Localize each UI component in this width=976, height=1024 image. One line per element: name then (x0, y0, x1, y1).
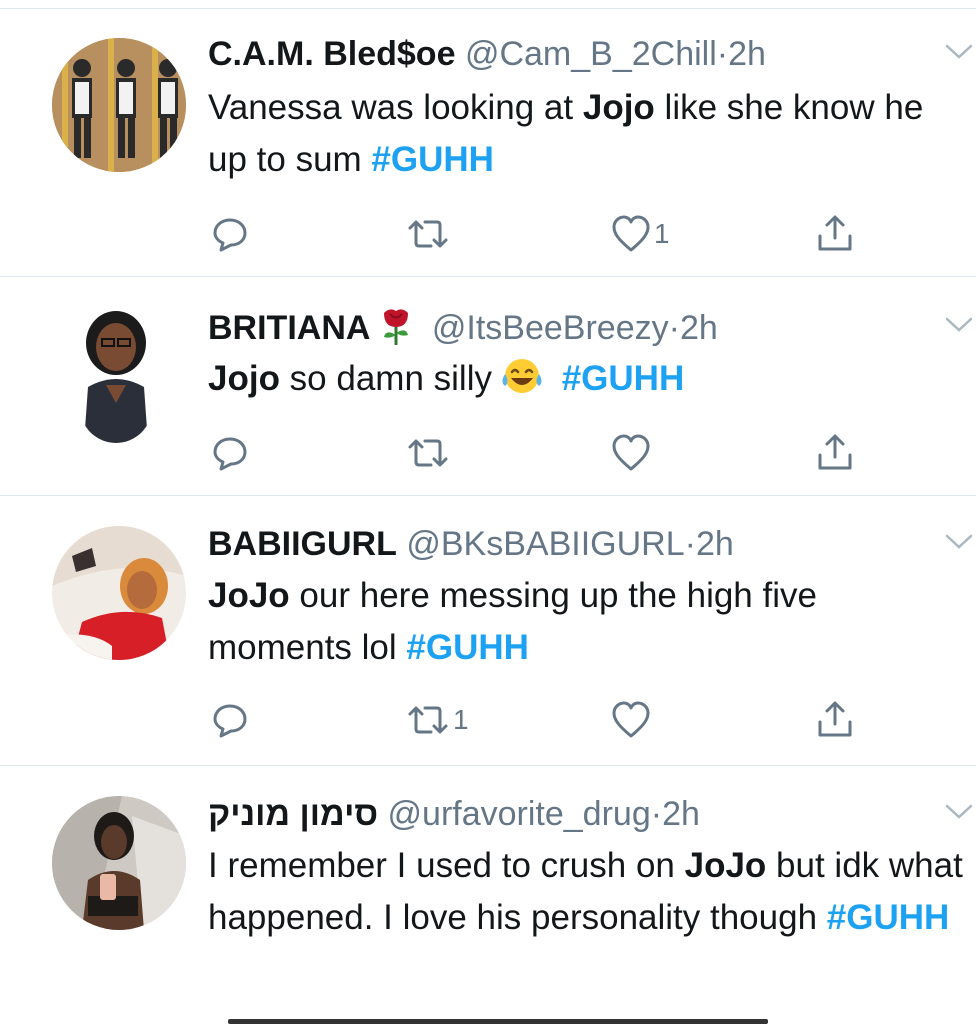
avatar-photo-icon (80, 307, 152, 443)
chevron-down-icon[interactable] (944, 42, 974, 62)
tweet-text-bold: JoJo (208, 576, 290, 615)
hashtag-link[interactable]: #GUHH (371, 140, 494, 179)
tweet-text-bold: Jojo (208, 359, 280, 398)
tweet-header: C.A.M. Bled$oe @Cam_B_2Chill·2h (208, 34, 916, 74)
display-name[interactable]: BABIIGURL (208, 525, 397, 563)
reply-button[interactable] (211, 698, 249, 742)
tweet-text-bold: Jojo (582, 88, 655, 127)
user-handle[interactable]: @ItsBeeBreezy (432, 309, 669, 347)
separator-dot: · (668, 309, 680, 347)
tweet-header: BRITIANA @ItsBeeBreezy·2h (208, 305, 916, 354)
tweet-text-segment: Vanessa was looking at (208, 88, 583, 127)
chevron-down-icon[interactable] (944, 532, 974, 552)
like-button[interactable]: 1 (611, 212, 670, 256)
heart-icon (612, 701, 650, 738)
chevron-down-icon[interactable] (944, 315, 974, 335)
reply-icon (213, 218, 247, 252)
avatar[interactable] (80, 307, 152, 443)
avatar[interactable] (52, 38, 186, 172)
hashtag-link[interactable]: #GUHH (406, 628, 529, 667)
like-button[interactable] (611, 431, 651, 475)
reply-icon (213, 437, 247, 471)
heart-icon (612, 434, 650, 471)
avatar-photo-icon (52, 38, 186, 172)
avatar-photo-icon (52, 796, 186, 930)
retweet-icon (408, 706, 448, 734)
separator-dot: · (716, 35, 729, 73)
reply-button[interactable] (211, 212, 249, 256)
avatar[interactable] (52, 796, 186, 930)
tweet-4[interactable]: סימון מוניק @urfavorite_drug·2h I rememb… (0, 766, 976, 1024)
rose-emoji-icon (378, 305, 414, 354)
tweet-text-bold: JoJo (684, 846, 767, 885)
retweet-icon (408, 220, 448, 248)
hashtag-link[interactable]: #GUHH (827, 898, 950, 937)
user-handle[interactable]: @BKsBABIIGURL (406, 525, 684, 563)
media-edge (228, 1019, 768, 1024)
retweet-count: 1 (453, 704, 469, 735)
share-icon (818, 215, 852, 251)
user-handle[interactable]: @urfavorite_drug (388, 795, 651, 833)
share-button[interactable] (815, 431, 855, 475)
like-count: 1 (654, 218, 670, 249)
reply-icon (213, 704, 247, 738)
tweet-actions: 1 (0, 212, 976, 256)
chevron-down-icon[interactable] (944, 802, 974, 822)
tweet-text-segment: I remember I used to crush on (208, 846, 685, 885)
share-icon (818, 701, 852, 737)
separator-dot: · (650, 795, 663, 833)
retweet-button[interactable] (406, 212, 450, 256)
tweet-text: Jojo so damn silly #GUHH (208, 353, 966, 411)
display-name[interactable]: BRITIANA (208, 309, 370, 347)
timestamp[interactable]: 2h (696, 525, 734, 563)
hashtag-link[interactable]: #GUHH (552, 359, 685, 398)
tweet-text: JoJo our here messing up the high five m… (208, 570, 966, 674)
tweet-header: BABIIGURL @BKsBABIIGURL·2h (208, 524, 916, 564)
display-name[interactable]: סימון מוניק (208, 795, 378, 833)
tweet-header: סימון מוניק @urfavorite_drug·2h (208, 794, 916, 834)
reply-button[interactable] (211, 431, 249, 475)
tweet-1[interactable]: C.A.M. Bled$oe @Cam_B_2Chill·2h Vanessa … (0, 0, 976, 276)
retweet-button[interactable]: 1 (406, 698, 469, 742)
user-handle[interactable]: @Cam_B_2Chill (465, 35, 717, 73)
tears-of-joy-emoji-icon (500, 356, 544, 411)
retweet-button[interactable] (406, 431, 450, 475)
avatar-photo-icon (52, 526, 186, 660)
display-name[interactable]: C.A.M. Bled$oe (208, 35, 455, 73)
tweet-actions (0, 431, 976, 475)
separator-dot: · (684, 525, 696, 563)
heart-icon (612, 215, 650, 252)
share-icon (818, 434, 852, 470)
share-button[interactable] (815, 698, 855, 742)
timestamp[interactable]: 2h (662, 795, 700, 833)
tweet-3[interactable]: BABIIGURL @BKsBABIIGURL·2h JoJo our here… (0, 496, 976, 764)
tweet-text-segment: so damn silly (279, 359, 492, 398)
timestamp[interactable]: 2h (680, 309, 718, 347)
like-button[interactable] (611, 698, 651, 742)
tweet-2[interactable]: BRITIANA @ItsBeeBreezy·2h Jojo so damn s… (0, 277, 976, 495)
tweet-text: Vanessa was looking at Jojo like she kno… (208, 82, 966, 186)
tweet-feed: C.A.M. Bled$oe @Cam_B_2Chill·2h Vanessa … (0, 0, 976, 1024)
tweet-actions: 1 (0, 698, 976, 742)
share-button[interactable] (815, 212, 855, 256)
retweet-icon (408, 439, 448, 467)
timestamp[interactable]: 2h (728, 35, 766, 73)
avatar[interactable] (52, 526, 186, 660)
tweet-text: I remember I used to crush on JoJo but i… (208, 840, 966, 944)
